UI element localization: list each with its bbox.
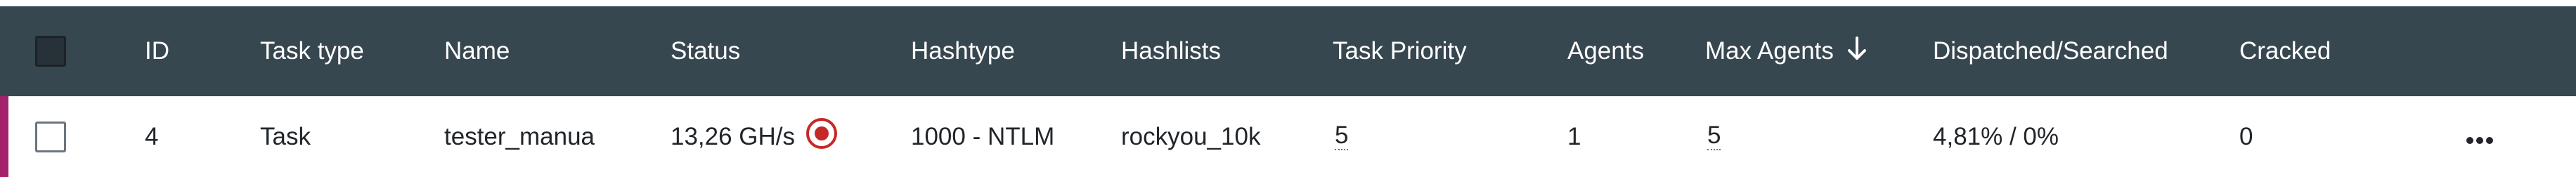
select-all-cell: [35, 6, 66, 96]
cell-dispatched-searched: 4,81% / 0%: [1933, 122, 2059, 150]
column-header-max-agents[interactable]: Max Agents: [1705, 6, 1868, 96]
table-row: 4 Task tester_manua 13,26 GH/s 1000 - NT…: [0, 96, 2576, 177]
select-all-checkbox[interactable]: [35, 36, 66, 67]
column-header-task-priority[interactable]: Task Priority: [1333, 6, 1467, 96]
column-header-max-agents-label: Max Agents: [1705, 37, 1834, 65]
arrow-down-icon: [1846, 36, 1868, 67]
column-header-id[interactable]: ID: [145, 6, 169, 96]
task-name-link[interactable]: tester_manua: [444, 96, 595, 177]
column-header-dispatched-searched[interactable]: Dispatched/Searched: [1933, 6, 2168, 96]
cracked-count-link[interactable]: 0: [2239, 96, 2253, 177]
column-header-task-type[interactable]: Task type: [260, 6, 364, 96]
cell-max-agents: 5: [1707, 96, 1721, 177]
column-header-agents[interactable]: Agents: [1567, 6, 1644, 96]
column-header-status[interactable]: Status: [671, 6, 740, 96]
cell-status: 13,26 GH/s: [671, 96, 839, 177]
column-header-hashtype[interactable]: Hashtype: [911, 6, 1015, 96]
column-header-cracked[interactable]: Cracked: [2239, 6, 2331, 96]
cell-hashtype: 1000 - NTLM: [911, 122, 1055, 150]
running-target-icon: [805, 117, 839, 157]
row-actions-cell: [2466, 96, 2494, 177]
cell-task-type: Task: [260, 122, 311, 150]
cell-agents: 1: [1567, 122, 1581, 150]
cell-id: 4: [145, 122, 159, 150]
hashlist-link[interactable]: rockyou_10k: [1121, 96, 1260, 177]
row-select-checkbox[interactable]: [35, 121, 66, 152]
status-speed: 13,26 GH/s: [671, 122, 796, 150]
row-status-accent: [0, 96, 8, 177]
table-header: ID Task type Name Status Hashtype Hashli…: [0, 6, 2576, 96]
task-priority-editable[interactable]: 5: [1335, 123, 1349, 150]
tasks-table: ID Task type Name Status Hashtype Hashli…: [0, 0, 2576, 177]
more-horizontal-icon[interactable]: [2466, 123, 2494, 151]
column-header-hashlists[interactable]: Hashlists: [1121, 6, 1221, 96]
cell-task-priority: 5: [1335, 96, 1349, 177]
row-select-cell: [35, 96, 66, 177]
column-header-name[interactable]: Name: [444, 6, 510, 96]
max-agents-editable[interactable]: 5: [1707, 123, 1721, 150]
